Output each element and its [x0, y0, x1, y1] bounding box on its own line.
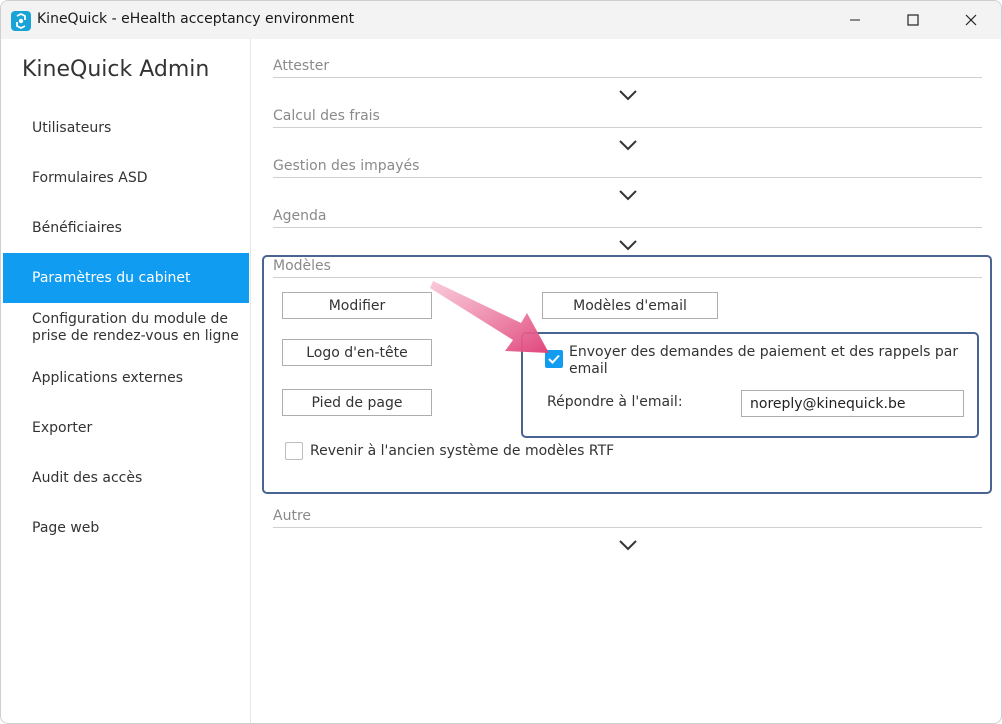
email-models-button[interactable]: Modèles d'email [542, 292, 718, 319]
footer-button[interactable]: Pied de page [282, 389, 432, 416]
rtf-legacy-checkbox[interactable] [285, 442, 303, 460]
sidebar-item-label: Bénéficiaires [32, 219, 122, 236]
section-divider [273, 77, 982, 78]
app-window: KineQuick - eHealth acceptancy environme… [0, 0, 1002, 724]
modify-button[interactable]: Modifier [282, 292, 432, 319]
sidebar-item-label: Page web [32, 519, 100, 536]
send-payment-requests-label-line2: email [569, 361, 608, 377]
sidebar-item-audit-des-acces[interactable]: Audit des accès [3, 453, 249, 503]
reply-to-email-input[interactable] [741, 390, 964, 417]
maximize-icon [907, 14, 919, 26]
chevron-down-icon[interactable] [618, 188, 638, 202]
sidebar-item-label: Formulaires ASD [32, 169, 148, 186]
close-icon [965, 14, 977, 26]
sidebar-item-label: Paramètres du cabinet [32, 269, 191, 286]
sidebar-item-applications-externes[interactable]: Applications externes [3, 353, 249, 403]
window-title: KineQuick - eHealth acceptancy environme… [37, 11, 355, 27]
sidebar: KineQuick Admin Utilisateurs Formulaires… [1, 39, 251, 723]
sidebar-item-label: Applications externes [32, 369, 184, 386]
title-bar: KineQuick - eHealth acceptancy environme… [1, 1, 1001, 39]
sidebar-item-label: Audit des accès [32, 469, 143, 486]
sidebar-item-label: Exporter [32, 419, 93, 436]
section-title: Attester [273, 58, 330, 74]
header-logo-button[interactable]: Logo d'en-tête [282, 339, 432, 366]
sidebar-item-beneficiaires[interactable]: Bénéficiaires [3, 203, 249, 253]
section-divider [273, 177, 982, 178]
section-divider [273, 127, 982, 128]
sidebar-item-exporter[interactable]: Exporter [3, 403, 249, 453]
minimize-button[interactable] [826, 1, 884, 39]
close-button[interactable] [942, 1, 1000, 39]
maximize-button[interactable] [884, 1, 942, 39]
minimize-icon [850, 19, 860, 21]
section-divider [273, 527, 982, 528]
kinequick-app-icon [11, 11, 31, 31]
checkmark-icon [548, 354, 560, 364]
section-title: Calcul des frais [273, 108, 380, 124]
chevron-down-icon[interactable] [618, 538, 638, 552]
admin-title: KineQuick Admin [22, 57, 210, 82]
sidebar-item-label: Utilisateurs [32, 119, 112, 136]
section-title: Gestion des impayés [273, 158, 420, 174]
section-divider [273, 227, 982, 228]
chevron-down-icon[interactable] [618, 138, 638, 152]
rtf-legacy-label: Revenir à l'ancien système de modèles RT… [310, 443, 615, 459]
send-payment-requests-label-line1: Envoyer des demandes de paiement et des … [569, 344, 959, 360]
sidebar-item-parametres-du-cabinet[interactable]: Paramètres du cabinet [3, 253, 249, 303]
sidebar-item-utilisateurs[interactable]: Utilisateurs [3, 103, 249, 153]
sidebar-item-label-line1: Configuration du module de [32, 311, 229, 327]
sidebar-item-configuration-rendez-vous[interactable]: Configuration du module de prise de rend… [3, 303, 249, 353]
sidebar-item-page-web[interactable]: Page web [3, 503, 249, 553]
chevron-down-icon[interactable] [618, 88, 638, 102]
section-title: Autre [273, 508, 312, 524]
sidebar-item-label-line2: prise de rendez-vous en ligne [32, 328, 239, 344]
chevron-down-icon[interactable] [618, 238, 638, 252]
reply-to-label: Répondre à l'email: [547, 394, 683, 410]
section-title: Agenda [273, 208, 327, 224]
sidebar-item-formulaires-asd[interactable]: Formulaires ASD [3, 153, 249, 203]
send-payment-requests-checkbox[interactable] [545, 350, 563, 368]
